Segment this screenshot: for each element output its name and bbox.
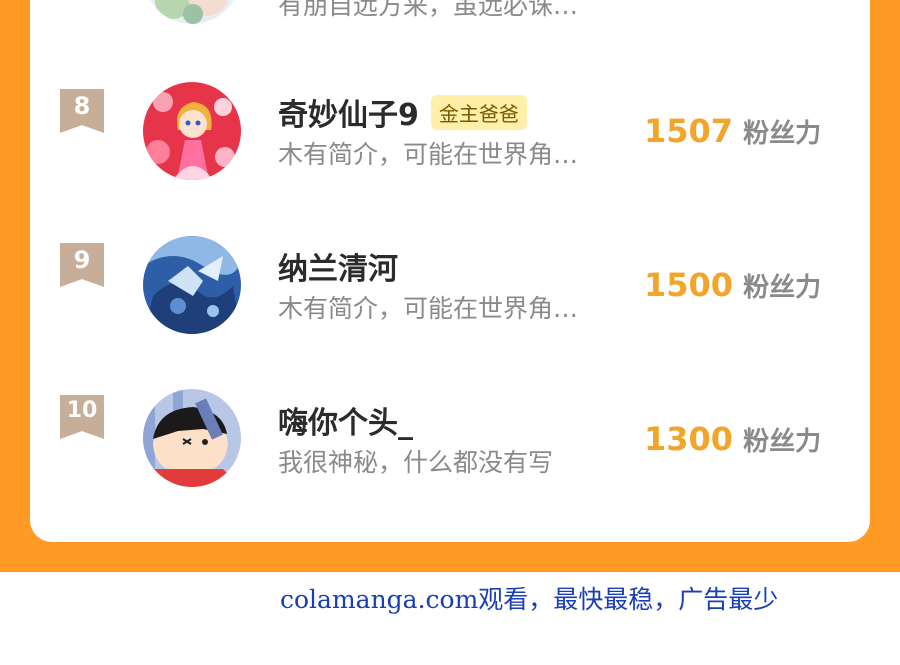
blue-dragon-avatar-icon[interactable]	[143, 236, 241, 334]
fairy-avatar-icon[interactable]	[143, 82, 241, 180]
user-name[interactable]: 嗨你个头_	[278, 398, 413, 442]
ranking-card: 有朋自远方来，虽远必诛… 8 奇妙仙子9 金主爸爸 木有简介，可能在世界角… 1…	[30, 0, 870, 542]
user-bio: 我很神秘，什么都没有写	[278, 448, 554, 477]
fan-power: 1300 粉丝力	[644, 420, 821, 458]
name-line: 奇妙仙子9 金主爸爸	[278, 90, 527, 134]
fan-power-unit: 粉丝力	[743, 273, 822, 303]
fan-power-unit: 粉丝力	[743, 427, 822, 457]
name-line: 纳兰清河	[278, 244, 398, 288]
fan-power: 1507 粉丝力	[644, 112, 821, 150]
name-line: 嗨你个头_	[278, 398, 413, 442]
user-name[interactable]: 纳兰清河	[278, 244, 398, 288]
fan-power-unit: 粉丝力	[743, 119, 822, 149]
rank-number: 9	[73, 246, 91, 274]
fan-power-score: 1500	[644, 266, 734, 304]
list-item[interactable]: 9 纳兰清河 木有简介，可能在世界角… 1500 粉丝力	[30, 229, 870, 383]
rank-ribbon: 8	[60, 89, 104, 133]
fan-power-score: 1300	[644, 420, 734, 458]
rank-ribbon: 10	[60, 395, 104, 439]
partial-avatar[interactable]	[143, 0, 241, 24]
rank-number: 10	[66, 398, 98, 423]
fan-power-score: 1507	[644, 112, 734, 150]
user-bio: 木有简介，可能在世界角…	[278, 140, 579, 169]
rank-number: 8	[73, 92, 91, 120]
rank-ribbon: 9	[60, 243, 104, 287]
user-bio: 木有简介，可能在世界角…	[278, 294, 579, 323]
cartoon-boy-avatar-icon[interactable]	[143, 389, 241, 487]
sponsor-badge: 金主爸爸	[430, 94, 527, 130]
partial-desc: 有朋自远方来，虽远必诛…	[278, 0, 579, 20]
list-item[interactable]: 10 嗨你个头_ 我很神秘，什么都没有写 1300 粉丝力	[30, 383, 870, 537]
user-name[interactable]: 奇妙仙子9	[278, 90, 419, 134]
footer-watermark-text: colamanga.com观看，最快最稳，广告最少	[280, 585, 779, 614]
fan-power: 1500 粉丝力	[644, 266, 821, 304]
list-item[interactable]: 8 奇妙仙子9 金主爸爸 木有简介，可能在世界角… 1507 粉丝力	[30, 75, 870, 229]
